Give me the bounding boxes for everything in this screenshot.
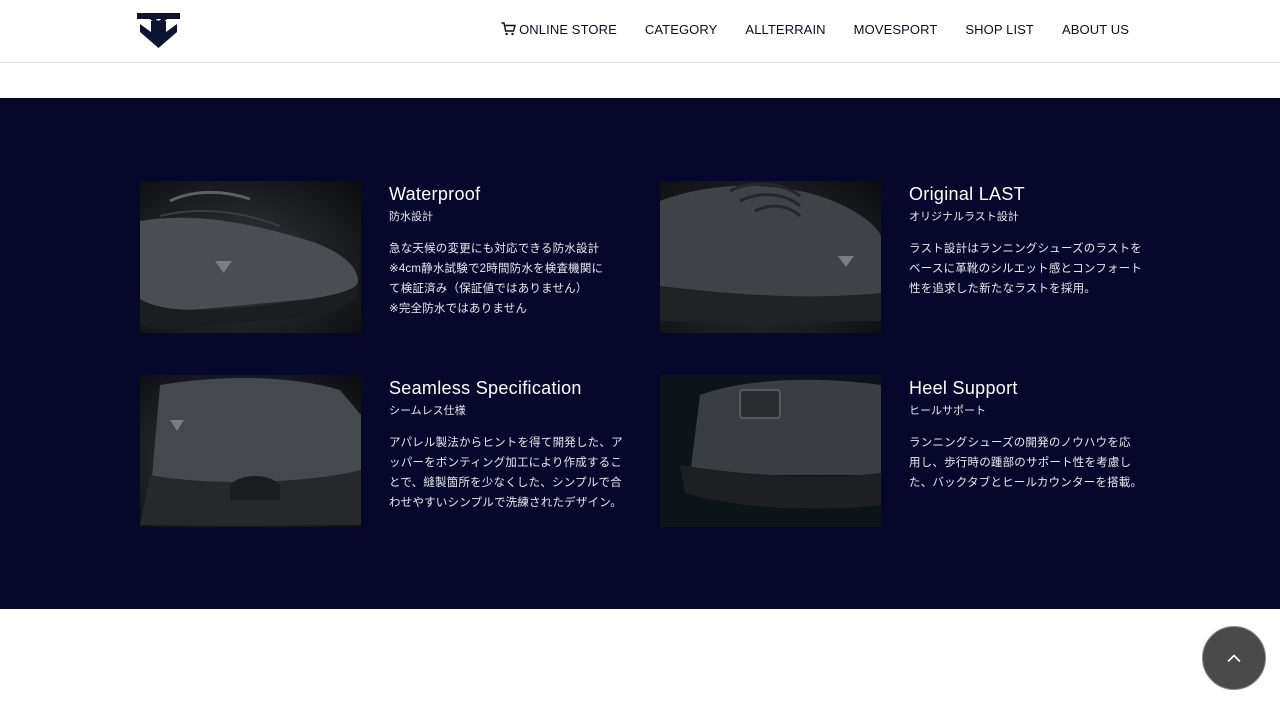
feature-desc-line: ※完全防水ではありません	[389, 303, 528, 315]
cart-icon	[501, 22, 517, 36]
feature-description: アパレル製法からヒントを得て開発した、ア ッパーをボンティング加工により作成する…	[389, 433, 644, 513]
feature-desc-line: わせやすいシンプルで洗練されたデザイン。	[389, 497, 622, 509]
main-nav: ONLINE STORE CATEGORY ALLTERRAIN MOVESPO…	[501, 0, 1129, 58]
feature-desc-line: た、バックタブとヒールカウンターを搭載。	[909, 477, 1143, 489]
feature-desc-line: ランニングシューズの開発のノウハウを応	[909, 437, 1131, 449]
feature-text: Waterproof 防水設計 急な天候の変更にも対応できる防水設計 ※4cm静…	[389, 181, 644, 319]
nav-movesport[interactable]: MOVESPORT	[854, 22, 938, 37]
feature-subtitle: ヒールサポート	[909, 405, 986, 417]
feature-subtitle: オリジナルラスト設計	[909, 211, 1019, 223]
feature-desc-line: ベースに革靴のシルエット感とコンフォート	[909, 263, 1143, 275]
nav-online-store-label: ONLINE STORE	[519, 21, 617, 37]
feature-text: Seamless Specification シームレス仕様 アパレル製法からヒ…	[389, 375, 644, 513]
feature-title: Seamless Specification	[389, 378, 582, 398]
feature-heel-support: Heel Support ヒールサポート ランニングシューズの開発のノウハウを応…	[660, 375, 1160, 527]
site-header: ONLINE STORE CATEGORY ALLTERRAIN MOVESPO…	[0, 0, 1280, 63]
feature-subtitle: シームレス仕様	[389, 405, 466, 417]
feature-text: Original LAST オリジナルラスト設計 ラスト設計はランニングシューズ…	[909, 181, 1164, 299]
nav-category[interactable]: CATEGORY	[645, 22, 718, 37]
feature-desc-line: て検証済み（保証値ではありません）	[389, 283, 588, 295]
nav-online-store[interactable]: ONLINE STORE	[501, 22, 617, 37]
shoe-heel-image	[660, 375, 881, 527]
feature-desc-line: 用し、歩行時の踵部のサポート性を考慮し	[909, 457, 1132, 469]
back-to-top-button[interactable]	[1202, 626, 1266, 690]
feature-description: ランニングシューズの開発のノウハウを応 用し、歩行時の踵部のサポート性を考慮し …	[909, 433, 1164, 493]
features-section: Waterproof 防水設計 急な天候の変更にも対応できる防水設計 ※4cm静…	[0, 98, 1280, 609]
chevron-up-icon	[1227, 654, 1241, 663]
feature-description: 急な天候の変更にも対応できる防水設計 ※4cm静水試験で2時間防水を検査機関に …	[389, 239, 644, 319]
feature-subtitle: 防水設計	[389, 211, 433, 223]
nav-allterrain[interactable]: ALLTERRAIN	[745, 22, 825, 37]
feature-desc-line: ラスト設計はランニングシューズのラストを	[909, 243, 1142, 255]
shoe-toe-image	[140, 181, 361, 333]
nav-shop-list[interactable]: SHOP LIST	[965, 22, 1034, 37]
feature-desc-line: 性を追求した新たなラストを採用。	[909, 283, 1096, 295]
feature-original-last: Original LAST オリジナルラスト設計 ラスト設計はランニングシューズ…	[660, 181, 1160, 333]
descente-logo[interactable]	[137, 10, 180, 48]
feature-desc-line: とで、縫製箇所を少なくした、シンプルで合	[389, 477, 622, 489]
feature-description: ラスト設計はランニングシューズのラストを ベースに革靴のシルエット感とコンフォー…	[909, 239, 1164, 299]
shoe-back-image	[140, 375, 361, 527]
feature-title: Heel Support	[909, 378, 1018, 398]
feature-title: Original LAST	[909, 184, 1025, 204]
feature-waterproof: Waterproof 防水設計 急な天候の変更にも対応できる防水設計 ※4cm静…	[140, 181, 640, 333]
feature-text: Heel Support ヒールサポート ランニングシューズの開発のノウハウを応…	[909, 375, 1164, 493]
feature-desc-line: ※4cm静水試験で2時間防水を検査機関に	[389, 263, 604, 275]
shoe-side-image	[660, 181, 881, 333]
feature-seamless: Seamless Specification シームレス仕様 アパレル製法からヒ…	[140, 375, 640, 527]
nav-about-us[interactable]: ABOUT US	[1062, 22, 1129, 37]
feature-desc-line: アパレル製法からヒントを得て開発した、ア	[389, 437, 623, 449]
feature-desc-line: ッパーをボンティング加工により作成するこ	[389, 457, 623, 469]
feature-desc-line: 急な天候の変更にも対応できる防水設計	[389, 243, 600, 255]
feature-title: Waterproof	[389, 184, 481, 204]
